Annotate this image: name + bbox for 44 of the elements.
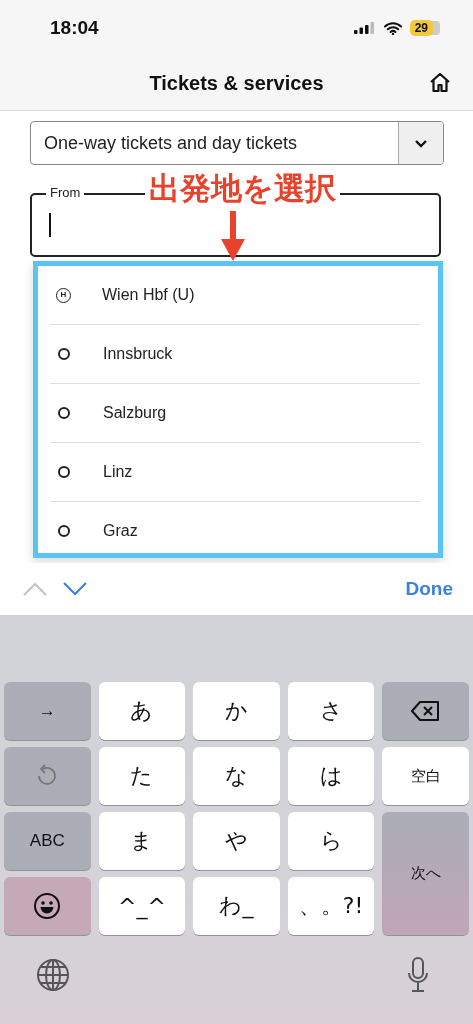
keyboard-key[interactable]: や (193, 812, 280, 870)
suggestion-item[interactable]: Linz (50, 443, 420, 502)
keyboard-key[interactable]: な (193, 747, 280, 805)
next-field-icon[interactable] (62, 581, 88, 597)
annotation-arrow (220, 211, 246, 261)
keyboard-key[interactable]: → (4, 682, 91, 740)
microphone-icon[interactable] (407, 957, 429, 993)
keyboard-key[interactable]: 、。?! (287, 877, 375, 935)
suggestion-item[interactable]: Salzburg (50, 384, 420, 443)
annotation-text: 出発地を選択 (145, 173, 340, 203)
backspace-key[interactable] (382, 682, 469, 740)
emoji-key[interactable] (4, 877, 91, 935)
keyboard-key[interactable]: ら (287, 812, 375, 870)
space-key[interactable]: 空白 (382, 747, 469, 805)
keyboard-key[interactable]: は (287, 747, 375, 805)
backspace-icon (410, 700, 441, 722)
keyboard-key[interactable]: ABC (4, 812, 91, 870)
from-label: From (46, 185, 85, 200)
city-icon (58, 466, 70, 478)
chevron-down-icon (414, 138, 428, 148)
home-icon[interactable] (429, 72, 451, 93)
suggestion-item[interactable]: Graz (50, 502, 420, 553)
keyboard-key[interactable]: あ (98, 682, 186, 740)
keyboard-key[interactable]: わ_ (193, 877, 280, 935)
keyboard-key[interactable]: か (193, 682, 280, 740)
suggestion-item[interactable]: H Wien Hbf (U) (50, 266, 420, 325)
city-icon (58, 348, 70, 360)
next-key[interactable]: 次へ (382, 812, 469, 935)
city-icon (58, 525, 70, 537)
keyboard-key[interactable]: た (98, 747, 186, 805)
wifi-icon (383, 21, 402, 35)
undo-icon (36, 764, 59, 788)
smiley-icon (33, 892, 62, 920)
city-icon (58, 407, 70, 419)
keyboard-key[interactable]: ^_^ (98, 877, 186, 935)
keyboard-key[interactable]: ま (98, 812, 186, 870)
ticket-type-select[interactable]: One-way tickets and day tickets (30, 121, 444, 165)
signal-icon (353, 22, 376, 34)
status-time: 18:04 (50, 17, 99, 39)
page-title: Tickets & services (149, 71, 324, 95)
suggestion-item[interactable]: Innsbruck (50, 325, 420, 384)
keyboard-key[interactable]: さ (287, 682, 375, 740)
globe-icon[interactable] (36, 958, 70, 992)
done-button[interactable]: Done (405, 578, 453, 600)
